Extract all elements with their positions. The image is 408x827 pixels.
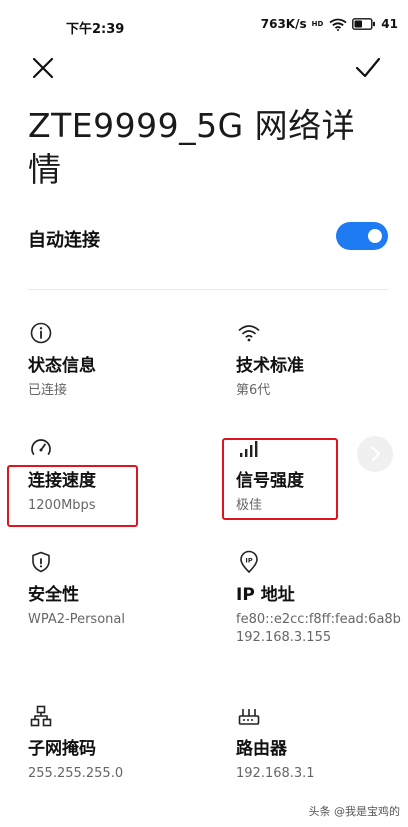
toggle-knob (368, 229, 382, 243)
router-icon (238, 709, 260, 725)
detail-title: IP 地址 (236, 585, 295, 605)
confirm-check-icon[interactable] (354, 55, 382, 81)
detail-value: 第6代 (236, 383, 271, 398)
wifi-icon (238, 325, 260, 342)
svg-text:IP: IP (245, 557, 252, 565)
wifi-status-icon (329, 18, 347, 31)
auto-connect-row: 自动连接 (28, 220, 388, 254)
network-topology-icon (30, 705, 52, 727)
detail-value: fe80::e2cc:f8ff:fead:6a8b 192.168.3.155 (236, 612, 401, 645)
next-arrow-button[interactable] (357, 436, 393, 472)
network-speed: 763K/s (260, 17, 307, 31)
battery-icon (352, 18, 376, 30)
detail-value: WPA2-Personal (28, 612, 125, 627)
detail-status: 状态信息 已连接 (28, 321, 198, 400)
toolbar (0, 55, 408, 85)
highlight-box-speed (7, 465, 138, 527)
divider (28, 289, 388, 290)
info-icon (30, 322, 52, 344)
detail-value: 已连接 (28, 383, 68, 398)
detail-title: 技术标准 (236, 356, 304, 376)
watermark: 头条 @我是宝鸡的 (308, 805, 401, 818)
detail-title: 子网掩码 (28, 739, 96, 759)
close-icon[interactable] (30, 55, 56, 81)
status-indicators: 763K/s HD 41 (261, 17, 398, 31)
chevron-right-icon (371, 446, 380, 462)
detail-security: 安全性 WPA2-Personal (28, 550, 198, 629)
battery-percent: 41 (381, 17, 398, 31)
detail-ip: IP IP 地址 fe80::e2cc:f8ff:fead:6a8b 192.1… (236, 550, 406, 647)
detail-standard: 技术标准 第6代 (236, 321, 406, 400)
detail-title: 路由器 (236, 739, 287, 759)
location-pin-ip-icon: IP (240, 550, 258, 573)
detail-value: 192.168.3.1 (236, 766, 315, 781)
auto-connect-toggle[interactable] (336, 222, 388, 250)
auto-connect-label: 自动连接 (28, 230, 100, 251)
detail-value: 255.255.255.0 (28, 766, 124, 781)
shield-icon (32, 551, 50, 573)
network-tag: HD (311, 19, 324, 28)
detail-title: 安全性 (28, 585, 79, 605)
status-time: 下午2:39 (66, 22, 125, 37)
page-title: ZTE9999_5G 网络详情 (28, 106, 356, 189)
speed-gauge-icon (31, 439, 51, 455)
detail-router: 路由器 192.168.3.1 (236, 704, 406, 783)
highlight-box-signal (222, 438, 338, 520)
detail-subnet: 子网掩码 255.255.255.0 (28, 704, 198, 783)
detail-title: 状态信息 (28, 356, 96, 376)
status-bar: 下午2:39 763K/s HD 41 (0, 0, 408, 54)
